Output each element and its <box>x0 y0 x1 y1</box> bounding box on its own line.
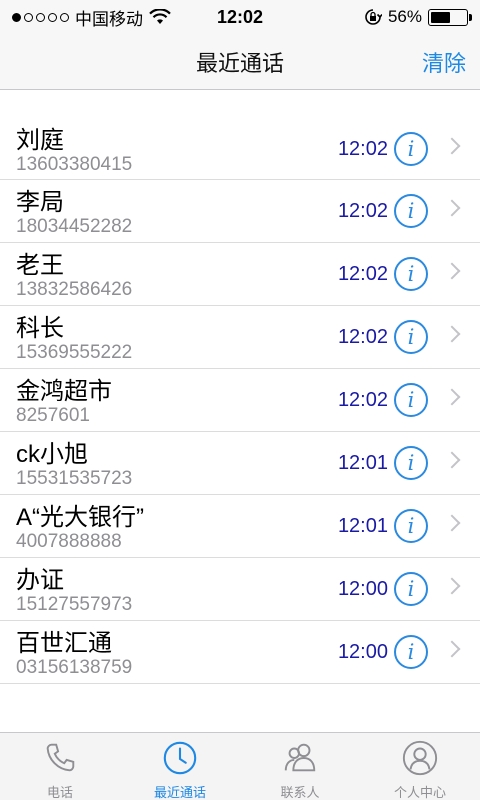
call-list-item[interactable]: 刘庭 13603380415 12:02 i <box>0 118 480 180</box>
info-icon[interactable]: i <box>394 383 428 417</box>
wifi-icon <box>149 9 171 24</box>
call-time: 12:02 <box>337 138 388 160</box>
contact-name: 百世汇通 <box>16 630 112 657</box>
contact-name: 李局 <box>16 189 64 216</box>
signal-strength-icon <box>12 12 69 22</box>
tab-clock[interactable]: 最近通话 <box>120 733 240 800</box>
info-icon[interactable]: i <box>394 320 428 354</box>
info-icon[interactable]: i <box>394 446 428 480</box>
contact-name: 科长 <box>16 315 64 342</box>
call-time: 12:01 <box>337 452 388 474</box>
phone-number: 18034452282 <box>16 216 133 237</box>
navigation-bar: 最近通话 清除 <box>0 34 480 90</box>
phone-number: 15369555222 <box>16 342 133 363</box>
call-list-item[interactable]: 办证 15127557973 12:00 i <box>0 558 480 621</box>
call-list-item[interactable]: ck小旭 15531535723 12:01 i <box>0 432 480 495</box>
chevron-right-icon <box>443 640 461 658</box>
contact-name: ck小旭 <box>16 441 88 468</box>
tab-bar: 电话 最近通话 联系人 个人中心 <box>0 732 480 800</box>
carrier-name: 中国移动 <box>75 9 143 29</box>
call-time: 12:02 <box>337 263 388 285</box>
chevron-right-icon <box>443 388 461 406</box>
status-bar: 中国移动 12:02 56% <box>0 0 480 34</box>
phone-number: 15127557973 <box>16 594 133 615</box>
chevron-right-icon <box>443 199 461 217</box>
tab-label: 个人中心 <box>393 785 446 800</box>
chevron-right-icon <box>443 577 461 595</box>
phone-icon <box>41 739 79 782</box>
phone-number: 4007888888 <box>16 531 122 552</box>
info-icon[interactable]: i <box>394 257 428 291</box>
contacts-icon <box>281 739 319 782</box>
battery-level <box>431 11 451 23</box>
battery-icon <box>428 8 472 26</box>
info-icon[interactable]: i <box>394 635 428 669</box>
tab-label: 电话 <box>46 785 73 800</box>
tab-label: 联系人 <box>280 785 320 800</box>
phone-number: 13832586426 <box>16 279 133 300</box>
phone-number: 03156138759 <box>16 657 133 678</box>
call-time: 12:02 <box>337 200 388 222</box>
call-list-item[interactable]: 科长 15369555222 12:02 i <box>0 306 480 369</box>
profile-icon <box>401 739 439 782</box>
tab-label: 最近通话 <box>153 785 206 800</box>
chevron-right-icon <box>443 325 461 343</box>
info-icon[interactable]: i <box>394 194 428 228</box>
contact-name: 办证 <box>16 567 64 594</box>
rotation-lock-icon <box>365 9 382 25</box>
tab-profile[interactable]: 个人中心 <box>360 733 480 800</box>
chevron-right-icon <box>443 137 461 155</box>
clock-icon <box>161 739 199 782</box>
contact-name: 金鸿超市 <box>16 378 112 405</box>
call-list-item[interactable]: 李局 18034452282 12:02 i <box>0 180 480 243</box>
chevron-right-icon <box>443 514 461 532</box>
info-icon[interactable]: i <box>394 572 428 606</box>
chevron-right-icon <box>443 262 461 280</box>
recent-calls-list: 刘庭 13603380415 12:02 i 李局 18034452282 12:02 i 老王… <box>0 118 480 684</box>
contact-name: 刘庭 <box>16 127 64 154</box>
call-list-item[interactable]: A“光大银行” 4007888888 12:01 i <box>0 495 480 558</box>
info-icon[interactable]: i <box>394 509 428 543</box>
call-time: 12:00 <box>337 641 388 663</box>
call-list-item[interactable]: 金鸿超市 8257601 12:02 i <box>0 369 480 432</box>
page-title: 最近通话 <box>195 50 284 76</box>
call-list-item[interactable]: 百世汇通 03156138759 12:00 i <box>0 621 480 684</box>
phone-number: 8257601 <box>16 405 90 426</box>
call-time: 12:02 <box>337 326 388 348</box>
phone-number: 13603380415 <box>16 154 133 175</box>
call-list-item[interactable]: 老王 13832586426 12:02 i <box>0 243 480 306</box>
clear-button[interactable]: 清除 <box>422 46 466 78</box>
call-time: 12:02 <box>337 389 388 411</box>
call-time: 12:01 <box>337 515 388 537</box>
battery-percent: 56% <box>387 7 422 26</box>
contact-name: 老王 <box>16 252 64 279</box>
tab-phone[interactable]: 电话 <box>0 733 120 800</box>
info-icon[interactable]: i <box>394 132 428 166</box>
chevron-right-icon <box>443 451 461 469</box>
contact-name: A“光大银行” <box>16 504 144 531</box>
phone-number: 15531535723 <box>16 468 133 489</box>
call-time: 12:00 <box>337 578 388 600</box>
tab-contacts[interactable]: 联系人 <box>240 733 360 800</box>
